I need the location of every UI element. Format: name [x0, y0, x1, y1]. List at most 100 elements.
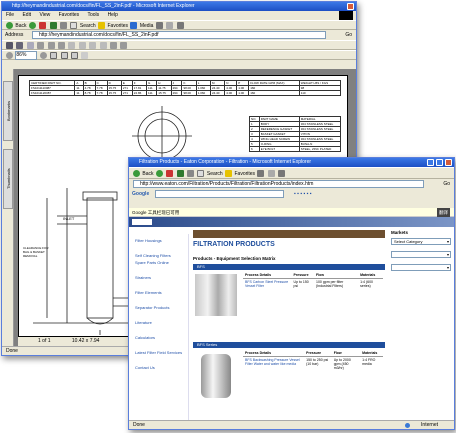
- google-search-input[interactable]: [155, 190, 284, 198]
- first-page-icon[interactable]: [68, 42, 76, 50]
- spec-table-row: FS1011120087 11 8.78 7.78 15.75 271 22.8…: [28, 90, 342, 96]
- menu-edit[interactable]: Edit: [22, 12, 31, 18]
- product-image-filters: [195, 274, 237, 316]
- nav-filter-housings[interactable]: Filter Housings: [135, 238, 182, 244]
- menu-tools[interactable]: Tools: [87, 12, 99, 18]
- menu-favorites[interactable]: Favorites: [59, 12, 80, 18]
- search-label[interactable]: Search: [80, 23, 96, 29]
- minimize-icon[interactable]: [427, 159, 434, 166]
- nav-literature[interactable]: Literature: [135, 320, 182, 326]
- select-text-icon[interactable]: [47, 42, 55, 50]
- media-icon[interactable]: [130, 22, 138, 30]
- category-select[interactable]: Select Category: [391, 238, 451, 245]
- media-label[interactable]: Media: [140, 23, 154, 29]
- tab-bookmarks[interactable]: Bookmarks: [3, 81, 13, 141]
- favorites-icon[interactable]: [225, 170, 233, 178]
- search-icon[interactable]: [70, 22, 78, 30]
- nav-calculators[interactable]: Calculators: [135, 335, 182, 341]
- last-page-icon[interactable]: [99, 42, 107, 50]
- home-icon[interactable]: [60, 22, 68, 30]
- favorites-label[interactable]: Favorites: [107, 23, 128, 29]
- email-icon[interactable]: [26, 42, 34, 50]
- page-counter[interactable]: 1 of 1: [38, 338, 51, 344]
- go-button[interactable]: Go: [345, 30, 352, 40]
- snapshot-icon[interactable]: [57, 42, 65, 50]
- nav-spare-parts[interactable]: Spare Parts Online: [135, 260, 182, 266]
- history-icon[interactable]: [155, 22, 163, 30]
- back-icon[interactable]: [133, 170, 140, 178]
- search-icon[interactable]: [197, 170, 205, 178]
- actual-size-icon[interactable]: [50, 52, 58, 60]
- spec-cell: 1.00: [236, 90, 250, 96]
- pdf-browser-toolbar: Back Search Favorites Media: [2, 20, 356, 30]
- back-icon[interactable]: [6, 22, 13, 30]
- spec-cell: 15.75: [106, 90, 122, 96]
- browser-window: Filtration Products - Eaton Corporation …: [128, 157, 455, 430]
- browser-address-bar: http://www.eaton.com/Filtration/Products…: [129, 179, 454, 189]
- home-icon[interactable]: [187, 170, 195, 178]
- forward-icon[interactable]: [28, 22, 36, 30]
- fit-page-icon[interactable]: [60, 52, 68, 60]
- search-label[interactable]: Search: [207, 171, 223, 177]
- zoom-level[interactable]: 86%: [15, 51, 38, 61]
- menu-view[interactable]: View: [39, 12, 50, 18]
- print-icon[interactable]: [176, 22, 184, 30]
- menu-file[interactable]: File: [6, 12, 14, 18]
- translate-button[interactable]: 翻译: [437, 208, 450, 217]
- menu-help[interactable]: Help: [108, 12, 118, 18]
- zoom-out-icon[interactable]: [6, 52, 13, 60]
- row-desc[interactable]: BFS Backwashing Pressure Vessel Filter W…: [243, 357, 304, 372]
- stop-icon[interactable]: [166, 170, 174, 178]
- forward-icon[interactable]: [155, 170, 163, 178]
- row-pressure: 150 to 250 psi (10 bar): [306, 358, 329, 366]
- mail-icon[interactable]: [267, 170, 275, 178]
- spec-cell: 4.00: [224, 90, 238, 96]
- pdf-window-titlebar[interactable]: http://heymandindustrial.com/docs/fin/FL…: [2, 2, 356, 11]
- windows-logo-icon: [339, 11, 353, 20]
- nav-field-services[interactable]: Latest Filter Field Services: [135, 350, 182, 356]
- close-icon[interactable]: [347, 3, 354, 10]
- hand-tool-icon[interactable]: [37, 42, 45, 50]
- zoom-in-icon[interactable]: [109, 42, 117, 50]
- address-input[interactable]: http://heymandindustrial.com/docs/fin/FL…: [32, 31, 326, 39]
- prev-page-icon[interactable]: [78, 42, 86, 50]
- main-content: FILTRATION PRODUCTS Products - Equipment…: [193, 230, 385, 420]
- spec-cell: 22.86: [131, 90, 148, 96]
- spec-cell: 98.00: [181, 90, 197, 96]
- text-tool-icon[interactable]: [120, 42, 128, 50]
- nav-contact-us[interactable]: Contact Us: [135, 365, 182, 371]
- address-input[interactable]: http://www.eaton.com/Filtration/Products…: [133, 180, 424, 188]
- print-icon[interactable]: [278, 170, 286, 178]
- rotate-icon[interactable]: [81, 52, 89, 60]
- favorites-label[interactable]: Favorites: [234, 171, 255, 177]
- row-pressure: Up to 150 psi: [293, 280, 309, 288]
- save-icon[interactable]: [6, 42, 13, 50]
- nav-strainers[interactable]: Strainers: [135, 275, 182, 281]
- tab-thumbnails[interactable]: Thumbnails: [3, 149, 13, 209]
- market-select[interactable]: [391, 251, 451, 258]
- history-icon[interactable]: [257, 170, 265, 178]
- application-select[interactable]: [391, 264, 451, 271]
- favorites-icon[interactable]: [98, 22, 106, 30]
- nav-self-cleaning-filters[interactable]: Self Cleaning Filters: [135, 253, 182, 259]
- nav-separator-products[interactable]: Separator Products: [135, 305, 182, 311]
- go-button[interactable]: Go: [443, 179, 450, 189]
- mail-icon[interactable]: [166, 22, 174, 30]
- nav-filter-elements[interactable]: Filter Elements: [135, 290, 182, 296]
- internet-zone-icon: [405, 423, 410, 428]
- refresh-icon[interactable]: [176, 170, 184, 178]
- google-notice[interactable]: Google 工具栏现已可用: [132, 210, 179, 215]
- maximize-icon[interactable]: [436, 159, 443, 166]
- next-page-icon[interactable]: [89, 42, 97, 50]
- close-icon[interactable]: [445, 159, 452, 166]
- print-icon[interactable]: [16, 42, 24, 50]
- refresh-icon[interactable]: [49, 22, 57, 30]
- zoom-in-icon[interactable]: [39, 52, 47, 60]
- spec-cell: 160: [248, 90, 300, 96]
- fit-width-icon[interactable]: [70, 52, 78, 60]
- browser-titlebar[interactable]: Filtration Products - Eaton Corporation …: [129, 158, 454, 167]
- stop-icon[interactable]: [39, 22, 47, 30]
- row-desc[interactable]: BFS Carbon Steel Pressure Vessel Filter: [243, 279, 292, 290]
- web-page: Google 工具栏现已可用 翻译 Filter Housings Self C…: [129, 208, 454, 420]
- back-label: Back: [142, 171, 154, 177]
